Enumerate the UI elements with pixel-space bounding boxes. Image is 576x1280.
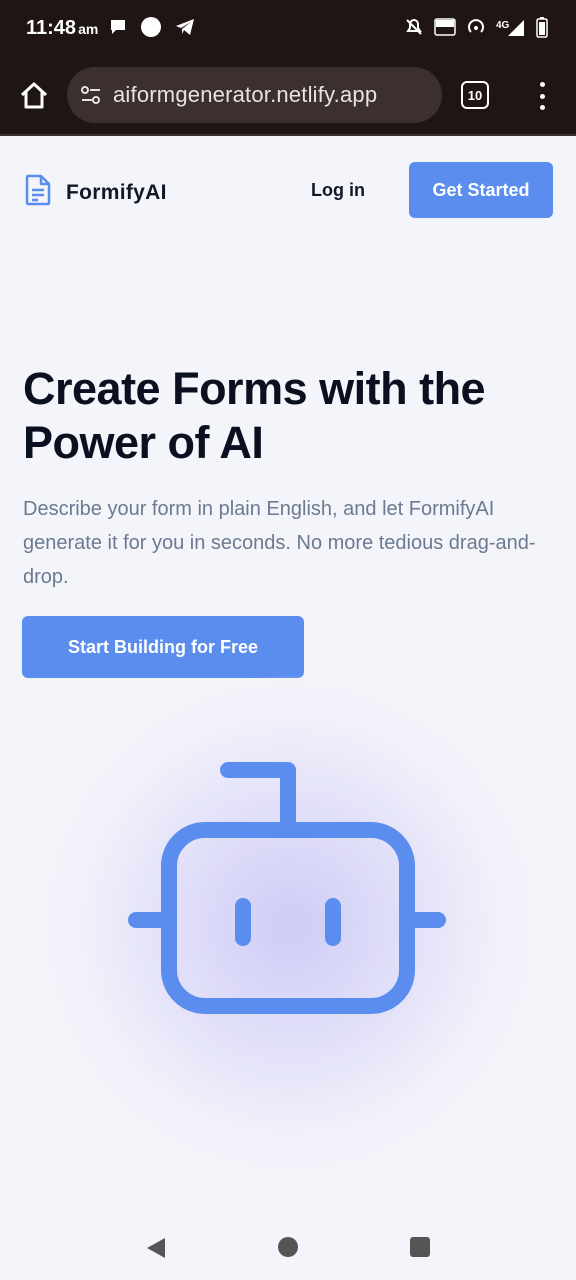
volte-icon bbox=[434, 17, 456, 42]
home-nav-icon[interactable] bbox=[278, 1237, 298, 1257]
logo[interactable]: FormifyAI bbox=[24, 174, 167, 211]
tab-switcher-button[interactable]: 10 bbox=[461, 81, 489, 109]
ampm-text: am bbox=[78, 21, 99, 37]
get-started-button[interactable]: Get Started bbox=[409, 162, 553, 218]
battery-icon bbox=[536, 16, 548, 43]
document-icon bbox=[24, 174, 52, 211]
hotspot-icon bbox=[466, 17, 486, 42]
time-text: 11:48 bbox=[26, 17, 77, 39]
login-link[interactable]: Log in bbox=[311, 180, 365, 201]
url-text[interactable]: aiformgenerator.netlify.app bbox=[113, 82, 377, 108]
circle-icon bbox=[140, 16, 162, 43]
recents-icon[interactable] bbox=[410, 1237, 430, 1257]
start-building-button[interactable]: Start Building for Free bbox=[22, 616, 304, 678]
system-nav-bar bbox=[0, 1182, 576, 1280]
robot-icon bbox=[128, 760, 448, 1025]
status-bar: 11:48 am 4G bbox=[0, 0, 576, 58]
hero-title: Create Forms with the Power of AI bbox=[23, 363, 486, 468]
system-icons: 4G bbox=[404, 16, 548, 43]
web-page: FormifyAI Log in Get Started Create Form… bbox=[0, 136, 576, 1182]
mute-icon bbox=[404, 17, 424, 42]
home-icon[interactable] bbox=[18, 80, 50, 112]
telegram-icon bbox=[174, 16, 196, 43]
brand-name: FormifyAI bbox=[66, 180, 167, 204]
more-options-icon[interactable] bbox=[536, 82, 548, 110]
site-header: FormifyAI Log in Get Started bbox=[0, 162, 576, 218]
address-bar[interactable]: aiformgenerator.netlify.app bbox=[67, 67, 442, 123]
hero-subtitle: Describe your form in plain English, and… bbox=[23, 498, 536, 588]
back-icon[interactable] bbox=[145, 1236, 167, 1265]
notification-icons bbox=[108, 16, 196, 43]
browser-toolbar: aiformgenerator.netlify.app 10 bbox=[0, 58, 576, 136]
signal-4g-icon: 4G bbox=[496, 17, 526, 42]
status-time: 11:48 am bbox=[26, 17, 98, 40]
chat-bubble-icon bbox=[108, 17, 128, 42]
svg-text:4G: 4G bbox=[496, 20, 510, 31]
site-settings-icon[interactable] bbox=[79, 83, 103, 112]
